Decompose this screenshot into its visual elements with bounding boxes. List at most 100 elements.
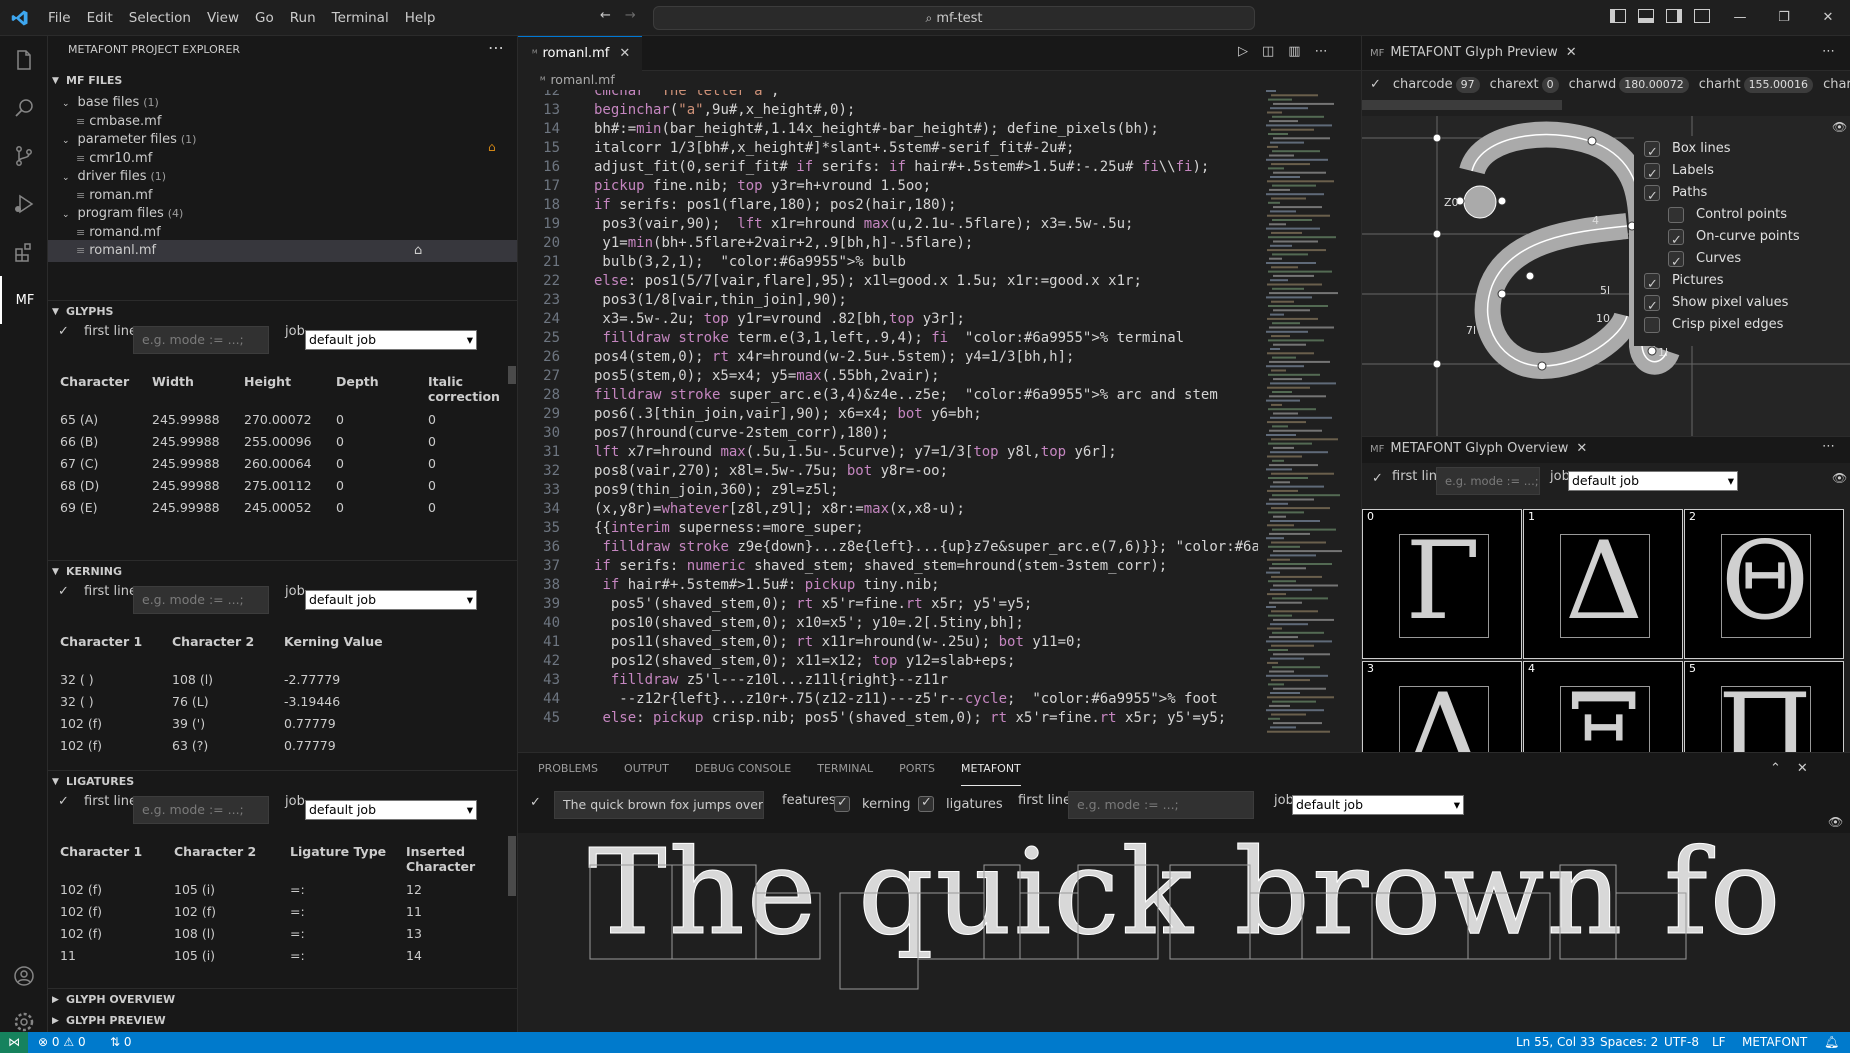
- table-row[interactable]: 68 (D) 245.99988 275.00112 0 0: [60, 474, 508, 496]
- code-line[interactable]: 14 bh#:=min(bar_height#,1.14x_height#-bar…: [518, 120, 1159, 139]
- panel-first-line-input[interactable]: e.g. mode := ...;: [1068, 791, 1254, 819]
- code-line[interactable]: 37 if serifs: numeric shaved_stem; shaved…: [518, 557, 1167, 576]
- code-line[interactable]: 25 filldraw stroke term.e(3,1,left,.9,4)…: [518, 329, 1184, 348]
- check-icon[interactable]: ✓: [530, 795, 541, 810]
- ligatures-job-select[interactable]: default job ▾: [305, 800, 477, 820]
- sample-text-input[interactable]: The quick brown fox jumps over th: [554, 791, 764, 819]
- glyph-cell[interactable]: 4Ξ: [1523, 661, 1683, 753]
- more-actions-icon[interactable]: ⋯: [1822, 44, 1835, 59]
- close-tab-icon[interactable]: ✕: [619, 46, 630, 61]
- code-line[interactable]: 12 cmchar "The letter a";: [518, 90, 779, 101]
- home-icon[interactable]: ⌂: [414, 240, 422, 262]
- minimize-icon[interactable]: —: [1718, 0, 1762, 36]
- code-line[interactable]: 17 pickup fine.nib; top y3r=h+vround 1.5o…: [518, 177, 931, 196]
- menu-terminal[interactable]: Terminal: [324, 0, 397, 36]
- toggle-panel-icon[interactable]: [1638, 9, 1654, 23]
- code-line[interactable]: 45 else: pickup crisp.nib; pos5'(shaved_…: [518, 709, 1226, 728]
- code-line[interactable]: 19 pos3(vair,90); lft x1r=hround max(u,2…: [518, 215, 1133, 234]
- code-line[interactable]: 41 pos11(shaved_stem,0); rt x11r=hround(…: [518, 633, 1083, 652]
- eye-icon[interactable]: 👁: [1832, 471, 1847, 485]
- code-line[interactable]: 28 filldraw stroke super_arc.e(3,4)&z4e..…: [518, 386, 1218, 405]
- table-row[interactable]: 102 (f) 63 (?) 0.77779: [60, 734, 394, 756]
- code-line[interactable]: 20 y1=min(bh+.5flare+2vair+2,.9[bh,h]-.5…: [518, 234, 973, 253]
- glyph-overview-section-header[interactable]: ▶ GLYPH OVERVIEW: [48, 988, 517, 1010]
- search-view-icon[interactable]: [0, 84, 48, 132]
- extensions-icon[interactable]: [0, 228, 48, 276]
- code-line[interactable]: 38 if hair#+.5stem#>1.5u#: pickup tiny.n…: [518, 576, 939, 595]
- scrollbar-thumb[interactable]: [508, 366, 516, 384]
- more-actions-icon[interactable]: ⋯: [488, 38, 504, 57]
- menu-edit[interactable]: Edit: [79, 0, 121, 36]
- mf-files-section-header[interactable]: ▼ MF FILES: [48, 70, 517, 92]
- code-line[interactable]: 26 pos4(stem,0); rt x4r=hround(w-2.5u+.5s…: [518, 348, 1074, 367]
- code-line[interactable]: 32 pos8(vair,270); x8l=.5w-.75u; bot y8r=…: [518, 462, 948, 481]
- close-window-icon[interactable]: ✕: [1806, 0, 1850, 36]
- kerning-first-line-input[interactable]: e.g. mode := ...;: [133, 586, 269, 614]
- toggle-primary-sidebar-icon[interactable]: [1610, 9, 1626, 23]
- eye-icon[interactable]: 👁: [1828, 815, 1843, 829]
- code-line[interactable]: 36 filldraw stroke z9e{down}...z8e{left}…: [518, 538, 1258, 557]
- split-editor-icon[interactable]: ◫: [1262, 44, 1274, 59]
- column-header[interactable]: Character 2: [174, 836, 290, 878]
- account-icon[interactable]: [0, 952, 48, 1000]
- code-line[interactable]: 40 pos10(shaved_stem,0); x10=x5'; y10=.2…: [518, 614, 1024, 633]
- panel-tab-debug-console[interactable]: DEBUG CONSOLE: [695, 753, 791, 785]
- command-center-search[interactable]: ⌕ mf-test: [653, 6, 1255, 30]
- glyph-cell[interactable]: 2Θ: [1684, 509, 1844, 659]
- tab-romanl[interactable]: ᴹ romanl.mf ✕: [518, 36, 642, 71]
- column-header[interactable]: Inserted Character: [406, 836, 506, 878]
- tab-glyph-preview[interactable]: MF METAFONT Glyph Preview ✕: [1370, 45, 1577, 60]
- code-line[interactable]: 33 pos9(thin_join,360); z9l=z5l;: [518, 481, 838, 500]
- code-line[interactable]: 34 (x,y8r)=whatever[z8l,z9l]; x8r:=max(x,…: [518, 500, 965, 519]
- horizontal-scrollbar[interactable]: [1362, 100, 1562, 110]
- overview-job-select[interactable]: default job ▾: [1568, 471, 1738, 491]
- overview-first-line-input[interactable]: e.g. mode := ...;: [1436, 467, 1540, 495]
- panel-tab-metafont[interactable]: METAFONT: [961, 753, 1021, 786]
- code-line[interactable]: 16 adjust_fit(0,serif_fit# if serifs: if …: [518, 158, 1209, 177]
- scrollbar-thumb[interactable]: [508, 836, 516, 896]
- glyphs-job-select[interactable]: default job ▾: [305, 330, 477, 350]
- table-row[interactable]: 65 (A) 245.99988 270.00072 0 0: [60, 408, 508, 430]
- option-crisp-pixel-edges[interactable]: Crisp pixel edges: [1644, 312, 1783, 338]
- customize-layout-icon[interactable]: [1694, 9, 1710, 23]
- menu-selection[interactable]: Selection: [121, 0, 199, 36]
- problems-status[interactable]: ⊗ 0 ⚠ 0: [38, 1032, 86, 1053]
- remote-icon[interactable]: ⋈: [0, 1032, 28, 1053]
- check-icon[interactable]: ✓: [1372, 471, 1383, 486]
- metafont-view-icon[interactable]: MF: [0, 276, 48, 324]
- column-header[interactable]: Ligature Type: [290, 836, 406, 878]
- panel-tab-problems[interactable]: PROBLEMS: [538, 753, 598, 785]
- code-line[interactable]: 30 pos7(hround(curve-2stem_corr),180);: [518, 424, 889, 443]
- cursor-position[interactable]: Ln 55, Col 33: [1516, 1032, 1595, 1053]
- restore-icon[interactable]: ❐: [1762, 0, 1806, 36]
- minimap[interactable]: [1262, 90, 1348, 750]
- glyph-cell[interactable]: 3Λ: [1362, 661, 1522, 753]
- ligatures-first-line-input[interactable]: e.g. mode := ...;: [133, 796, 269, 824]
- toggle-secondary-sidebar-icon[interactable]: [1666, 9, 1682, 23]
- code-line[interactable]: 44 --z12r{left}...z10r+.75(z12-z11)---z5…: [518, 690, 1218, 709]
- table-row[interactable]: 32 ( ) 76 (L) -3.19446: [60, 690, 394, 712]
- panel-tab-output[interactable]: OUTPUT: [624, 753, 669, 785]
- column-header[interactable]: Character 2: [172, 626, 284, 668]
- language-mode[interactable]: METAFONT: [1742, 1032, 1807, 1053]
- end-of-line[interactable]: LF: [1712, 1032, 1726, 1053]
- code-line[interactable]: 42 pos12(shaved_stem,0); x11=x12; top y1…: [518, 652, 1015, 671]
- code-line[interactable]: 15 italcorr 1/3[bh#,x_height#]*slant+.5st…: [518, 139, 1074, 158]
- check-icon[interactable]: ✓: [58, 794, 69, 809]
- table-row[interactable]: 32 ( ) 108 (l) -2.77779: [60, 668, 394, 690]
- open-preview-icon[interactable]: ▥: [1288, 44, 1300, 59]
- code-line[interactable]: 39 pos5'(shaved_stem,0); rt x5'r=fine.rt…: [518, 595, 1032, 614]
- source-control-icon[interactable]: [0, 132, 48, 180]
- encoding[interactable]: UTF-8: [1664, 1032, 1699, 1053]
- kerning-section-header[interactable]: ▼ KERNING: [48, 560, 517, 582]
- code-line[interactable]: 13 beginchar("a",9u#,x_height#,0);: [518, 101, 855, 120]
- more-actions-icon[interactable]: ⋯: [1822, 439, 1835, 454]
- tab-glyph-overview[interactable]: MF METAFONT Glyph Overview ✕: [1370, 441, 1587, 456]
- glyph-cell[interactable]: 5Π: [1684, 661, 1844, 753]
- close-tab-icon[interactable]: ✕: [1576, 441, 1587, 456]
- ligatures-section-header[interactable]: ▼ LIGATURES: [48, 770, 517, 792]
- glyphs-first-line-input[interactable]: e.g. mode := ...;: [133, 326, 269, 354]
- column-header[interactable]: Width: [152, 366, 244, 408]
- code-line[interactable]: 21 bulb(3,2,1); "color:#6a9955">% bulb: [518, 253, 906, 272]
- table-row[interactable]: 102 (f) 108 (l) =: 13: [60, 922, 506, 944]
